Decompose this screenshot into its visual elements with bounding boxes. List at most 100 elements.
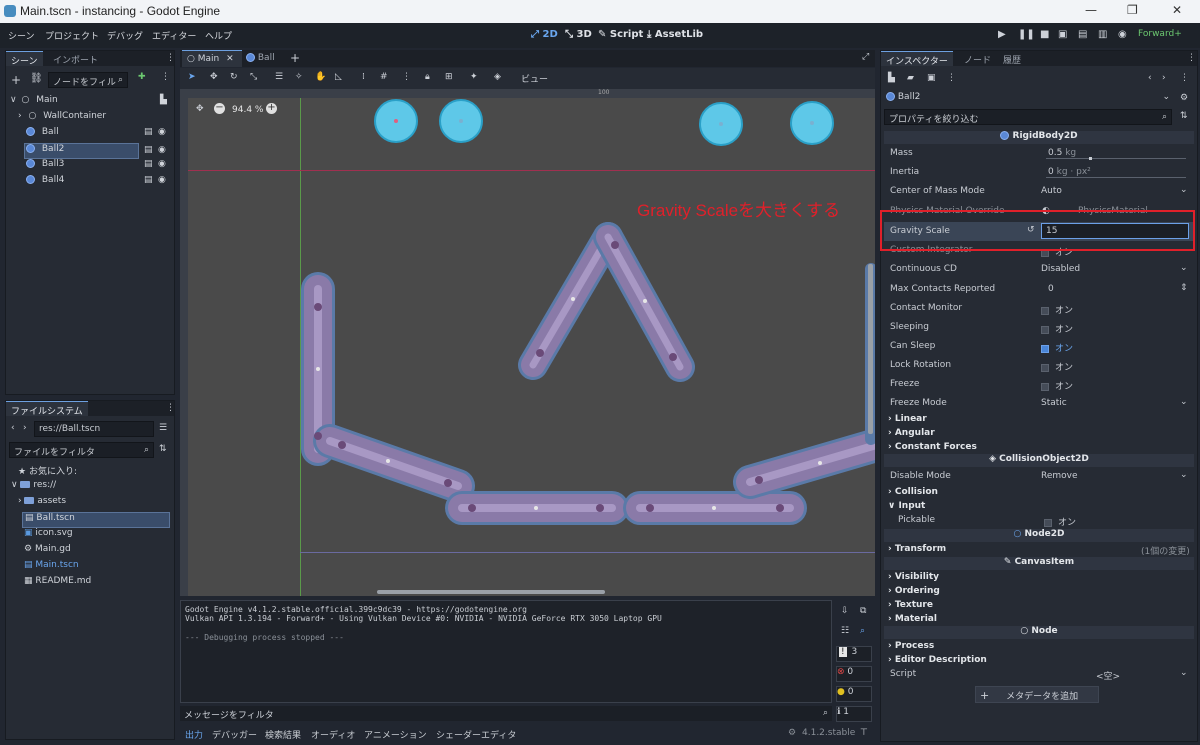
fs-item-icon-svg[interactable]: ▣ icon.svg <box>24 528 73 544</box>
link-icon[interactable]: ⛓ <box>30 73 43 84</box>
pin-panel-icon[interactable]: ⊤ <box>860 728 868 738</box>
tab-main[interactable]: ○ Main ✕ <box>182 50 242 67</box>
menu-editor[interactable]: エディター <box>152 29 196 42</box>
ruler-tool-icon[interactable]: ◺ <box>335 72 342 82</box>
sort-icon[interactable]: ⇅ <box>159 444 167 454</box>
renderer-select[interactable]: Forward+ <box>1138 29 1182 39</box>
mass-slider[interactable]: 0.5 kg <box>1048 148 1076 158</box>
object-tools-icon[interactable]: ⚙ <box>1180 93 1188 103</box>
fs-item-root[interactable]: ∨ res:// <box>11 480 56 496</box>
history-back-icon[interactable]: ‹ <box>1148 73 1152 83</box>
group-transform[interactable]: › Transform <box>888 544 946 554</box>
group-icon[interactable]: ⊞ <box>445 72 453 82</box>
add-tab-icon[interactable]: + <box>290 51 300 65</box>
tab-ball[interactable]: Ball <box>246 53 275 63</box>
pause-icon[interactable]: ❚❚ <box>1018 29 1035 40</box>
tab-filesystem[interactable]: ファイルシステム <box>6 401 88 417</box>
menu-help[interactable]: ヘルプ <box>205 29 232 42</box>
list-tool-icon[interactable]: ☰ <box>275 72 283 82</box>
viewport-h-scrollbar[interactable] <box>377 590 605 594</box>
copy-output-icon[interactable]: ⧉ <box>860 606 866 616</box>
pivot-tool-icon[interactable]: ✧ <box>295 72 303 82</box>
stop-icon[interactable]: ■ <box>1040 29 1049 40</box>
menu-project[interactable]: プロジェクト <box>45 29 99 42</box>
viewport-v-scrollbar[interactable] <box>868 264 873 434</box>
group-collision[interactable]: › Collision <box>888 487 938 497</box>
select-tool-icon[interactable]: ➤ <box>188 72 196 82</box>
object-menu-icon[interactable]: ⋮ <box>1180 73 1189 83</box>
group-linear[interactable]: › Linear <box>888 414 927 424</box>
rotate-tool-icon[interactable]: ↻ <box>230 72 238 82</box>
property-sort-icon[interactable]: ⇅ <box>1180 111 1188 121</box>
scene-menu-icon[interactable]: ⋮ <box>161 72 170 82</box>
forward-icon[interactable]: › <box>23 423 27 433</box>
filter-output-icon[interactable]: ☷ <box>841 626 849 636</box>
close-tab-icon[interactable]: ✕ <box>226 54 234 64</box>
tab-import[interactable]: インポート <box>48 51 103 66</box>
bottom-tab-debugger[interactable]: デバッガー <box>212 728 257 741</box>
can-sleep-checkbox[interactable]: オン <box>1041 341 1073 354</box>
maximize-button[interactable]: ❐ <box>1127 3 1138 17</box>
inertia-slider[interactable]: 0 kg · px² <box>1048 167 1091 177</box>
tab-node[interactable]: ノード <box>959 51 996 66</box>
group-process[interactable]: › Process <box>888 641 934 651</box>
group-texture[interactable]: › Texture <box>888 600 933 610</box>
visibility-eye-icon[interactable]: ◉ <box>158 159 166 169</box>
fs-item-main-tscn[interactable]: ▤ Main.tscn <box>24 560 79 576</box>
play-custom-icon[interactable]: ▥ <box>1098 29 1107 40</box>
movie-icon[interactable]: ◉ <box>1118 29 1127 40</box>
bottom-tab-animation[interactable]: アニメーション <box>364 728 427 741</box>
freeze-mode-select[interactable]: Static <box>1041 398 1067 408</box>
freeze-checkbox[interactable]: オン <box>1041 379 1073 392</box>
dock-menu-icon[interactable]: ⋮ <box>166 403 175 413</box>
more-icon[interactable]: ⋮ <box>402 72 411 82</box>
minimize-button[interactable]: — <box>1085 3 1097 17</box>
mode-2d-button[interactable]: ⤢ 2D <box>531 29 558 40</box>
open-scene-icon[interactable]: ▤ <box>144 127 153 137</box>
add-node-icon[interactable]: + <box>11 73 21 87</box>
spinner-arrows-icon[interactable]: ⇕ <box>1180 283 1188 293</box>
pickable-checkbox[interactable]: オン <box>1044 515 1076 528</box>
menu-debug[interactable]: デバッグ <box>107 29 143 42</box>
bottom-tab-audio[interactable]: オーディオ <box>311 728 355 741</box>
center-of-mass-select[interactable]: Auto <box>1041 186 1062 196</box>
object-selector[interactable]: Ball2 ⌄ <box>884 91 1172 106</box>
tree-node-ball[interactable]: Ball ▤ ◉ <box>26 127 168 143</box>
section-node[interactable]: ○ Node <box>884 626 1194 639</box>
tab-inspector[interactable]: インスペクター <box>881 51 953 67</box>
group-editor-description[interactable]: › Editor Description <box>888 655 987 665</box>
attach-script-icon[interactable]: ✚ <box>138 72 146 82</box>
play-icon[interactable]: ▶ <box>998 29 1006 40</box>
section-canvasitem[interactable]: ✎ CanvasItem <box>884 557 1194 570</box>
open-scene-icon[interactable]: ▤ <box>144 175 153 185</box>
distraction-free-icon[interactable]: ⤢ <box>862 52 869 62</box>
tab-history[interactable]: 履歴 <box>998 51 1026 66</box>
property-filter-input[interactable]: プロパティを絞り込む ⌕ <box>884 109 1172 125</box>
add-metadata-button[interactable]: + メタデータを追加 <box>975 686 1099 703</box>
visibility-eye-icon[interactable]: ◉ <box>158 145 166 155</box>
open-scene-icon[interactable]: ▤ <box>144 145 153 155</box>
visibility-eye-icon[interactable]: ◉ <box>158 127 166 137</box>
fs-item-main-gd[interactable]: ⚙ Main.gd <box>24 544 71 560</box>
continuous-cd-select[interactable]: Disabled <box>1041 264 1080 274</box>
script-icon[interactable]: ▙ <box>160 95 167 105</box>
clear-output-icon[interactable]: ⇩ <box>841 606 849 616</box>
remote-debug-icon[interactable]: ▣ <box>1058 29 1067 40</box>
group-constant-forces[interactable]: › Constant Forces <box>888 442 977 452</box>
mode-3d-button[interactable]: ⤡ 3D <box>565 29 592 40</box>
lock-icon[interactable]: 🔒︎ <box>425 72 430 82</box>
tree-node-ball2[interactable]: Ball2 <box>24 143 139 159</box>
mode-script-button[interactable]: ✎ Script <box>598 29 643 40</box>
message-filter-input[interactable]: メッセージをフィルタ ⌕ <box>180 706 832 721</box>
tree-node-main[interactable]: ∨ ○ Main ▙ <box>10 95 170 111</box>
grid-icon[interactable]: # <box>380 72 388 82</box>
bottom-tab-search[interactable]: 検索結果 <box>265 728 301 741</box>
disable-mode-select[interactable]: Remove <box>1041 471 1078 481</box>
fs-filter-input[interactable]: ファイルをフィルタ ⌕ <box>9 442 154 458</box>
scene-filter-input[interactable]: ノードをフィル ⌕ <box>48 72 128 88</box>
tree-node-wallcontainer[interactable]: › ○ WallContainer <box>18 111 168 127</box>
save-resource-icon[interactable]: ▣ <box>927 73 936 83</box>
contact-monitor-checkbox[interactable]: オン <box>1041 303 1073 316</box>
sleeping-checkbox[interactable]: オン <box>1041 322 1073 335</box>
lock-rotation-checkbox[interactable]: オン <box>1041 360 1073 373</box>
